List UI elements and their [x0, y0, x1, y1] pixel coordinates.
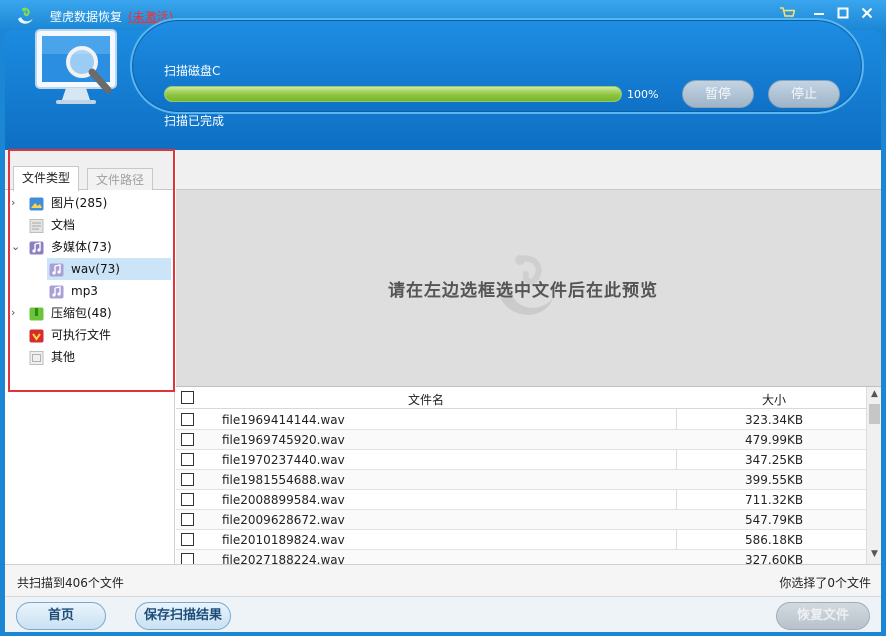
preview-hint: 请在左边选框选中文件后在此预览 [388, 281, 658, 301]
chevron-right-icon[interactable]: › [11, 302, 21, 324]
row-checkbox[interactable] [181, 533, 194, 546]
table-row[interactable]: file1981554688.wav 399.55KB [176, 470, 866, 490]
tab-file-path[interactable]: 文件路径 [87, 168, 154, 190]
row-checkbox[interactable] [181, 513, 194, 526]
file-size-cell: 323.34KB [745, 413, 804, 427]
app-title: 壁虎数据恢复 [50, 10, 123, 24]
tree-item[interactable]: ⌄ 多媒体(73) [5, 236, 175, 258]
file-size-cell: 479.99KB [745, 433, 804, 447]
document-icon [29, 218, 44, 233]
scan-progress-bar [164, 86, 622, 102]
tree-item-label: 文档 [51, 218, 76, 232]
table-row[interactable]: file2008899584.wav 711.32KB [176, 490, 866, 510]
file-name-cell: file1970237440.wav [222, 453, 345, 467]
scanned-count-text: 共扫描到406个文件 [17, 576, 124, 590]
file-name-cell: file2009628672.wav [222, 513, 345, 527]
file-name-cell: file1981554688.wav [222, 473, 345, 487]
tab-file-type[interactable]: 文件类型 [13, 166, 80, 191]
image-icon [29, 196, 44, 211]
tree-item-label: wav(73) [71, 262, 120, 276]
tree-item-label: 压缩包(48) [51, 306, 112, 320]
row-checkbox[interactable] [181, 413, 194, 426]
preview-toolbar [176, 150, 881, 190]
file-name-cell: file2010189824.wav [222, 533, 345, 547]
audio-icon [49, 284, 64, 299]
other-icon [29, 350, 44, 365]
tree-item[interactable]: › 压缩包(48) [5, 302, 175, 324]
archive-icon [29, 306, 44, 321]
file-size-cell: 586.18KB [745, 533, 804, 547]
file-size-cell: 347.25KB [745, 453, 804, 467]
file-size-cell: 327.60KB [745, 553, 804, 564]
file-name-cell: file1969414144.wav [222, 413, 345, 427]
recover-files-button[interactable]: 恢复文件 [776, 602, 870, 630]
tab-strip: 文件类型 文件路径 [5, 150, 175, 191]
table-row[interactable]: file2009628672.wav 547.79KB [176, 510, 866, 530]
home-button[interactable]: 首页 [16, 602, 106, 630]
file-size-cell: 399.55KB [745, 473, 804, 487]
preview-pane: 请在左边选框选中文件后在此预览 [176, 150, 881, 387]
audio-icon [49, 262, 64, 277]
file-type-tree: › 图片(285) 文档 ⌄ 多媒体(73) wav(73) mp3 › 压缩包(48) 可执行文… [5, 192, 175, 368]
stop-button[interactable]: 停止 [768, 80, 840, 108]
scan-progress-percent: 100% [627, 88, 659, 101]
file-size-cell: 711.32KB [745, 493, 804, 507]
tree-item[interactable]: 其他 [5, 346, 175, 368]
maximize-icon[interactable] [834, 6, 852, 24]
tree-item[interactable]: 文档 [5, 214, 175, 236]
main-panel: 文件类型 文件路径 › 图片(285) 文档 ⌄ 多媒体(73) wav(73) mp3 › 压… [5, 150, 881, 564]
row-checkbox[interactable] [181, 453, 194, 466]
row-checkbox[interactable] [181, 553, 194, 564]
file-size-cell: 547.79KB [745, 513, 804, 527]
chevron-right-icon[interactable]: › [11, 192, 21, 214]
row-checkbox[interactable] [181, 433, 194, 446]
table-scrollbar[interactable]: ▲ ▼ [866, 387, 881, 564]
status-bar: 共扫描到406个文件 你选择了0个文件 [5, 564, 881, 596]
tree-item-label: 其他 [51, 350, 76, 364]
file-name-cell: file2027188224.wav [222, 553, 345, 564]
scroll-up-icon[interactable]: ▲ [867, 387, 881, 402]
tree-item-label: 多媒体(73) [51, 240, 112, 254]
row-checkbox[interactable] [181, 473, 194, 486]
bottom-bar: 首页 保存扫描结果 恢复文件 [5, 596, 881, 632]
select-all-checkbox[interactable] [181, 391, 194, 404]
tree-item-label: mp3 [71, 284, 98, 298]
gecko-logo-icon [18, 7, 33, 24]
file-table: 文件名 大小 file1969414144.wav 323.34KB file196… [176, 387, 881, 564]
table-row[interactable]: file2027188224.wav 327.60KB [176, 550, 866, 564]
file-type-pane: 文件类型 文件路径 › 图片(285) 文档 ⌄ 多媒体(73) wav(73) mp3 › 压… [5, 150, 175, 564]
scroll-down-icon[interactable]: ▼ [867, 547, 881, 562]
table-row[interactable]: file1969414144.wav 323.34KB [176, 410, 866, 430]
tree-item[interactable]: 可执行文件 [5, 324, 175, 346]
tree-item-label: 可执行文件 [51, 328, 112, 342]
file-name-cell: file1969745920.wav [222, 433, 345, 447]
table-row[interactable]: file1970237440.wav 347.25KB [176, 450, 866, 470]
column-header-name[interactable]: 文件名 [408, 391, 444, 408]
media-icon [29, 240, 44, 255]
monitor-magnifier-icon [35, 29, 117, 104]
tree-item-label: 图片(285) [51, 196, 108, 210]
row-checkbox[interactable] [181, 493, 194, 506]
save-scan-button[interactable]: 保存扫描结果 [135, 602, 231, 630]
scan-target-label: 扫描磁盘C [164, 64, 221, 78]
file-name-cell: file2008899584.wav [222, 493, 345, 507]
table-row[interactable]: file2010189824.wav 586.18KB [176, 530, 866, 550]
tree-item[interactable]: wav(73) [5, 258, 175, 280]
executable-icon [29, 328, 44, 343]
close-icon[interactable] [858, 6, 876, 24]
selected-count-text: 你选择了0个文件 [779, 576, 871, 590]
table-row[interactable]: file1969745920.wav 479.99KB [176, 430, 866, 450]
chevron-down-icon[interactable]: ⌄ [11, 236, 21, 258]
tree-item[interactable]: mp3 [5, 280, 175, 302]
scan-status-text: 扫描已完成 [164, 114, 225, 128]
tree-item[interactable]: › 图片(285) [5, 192, 175, 214]
table-header: 文件名 大小 [176, 387, 866, 409]
pause-button[interactable]: 暂停 [682, 80, 754, 108]
scroll-thumb[interactable] [869, 404, 880, 424]
scan-progress-fill [165, 87, 621, 101]
column-header-size[interactable]: 大小 [762, 391, 786, 408]
